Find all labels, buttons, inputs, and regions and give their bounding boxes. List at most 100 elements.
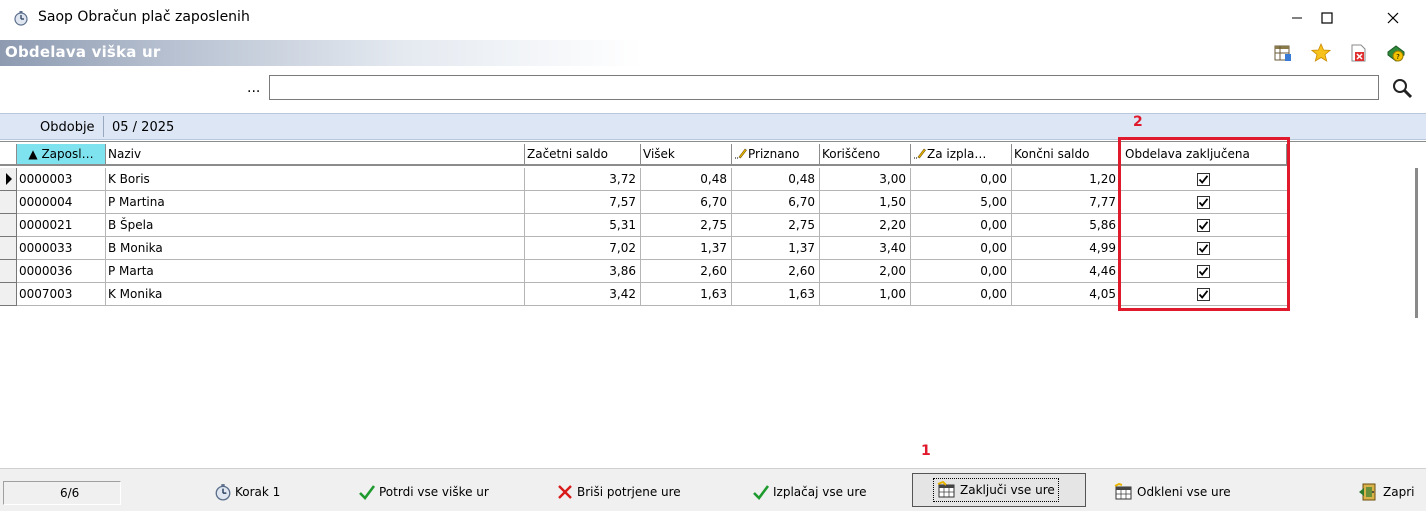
vertical-scrollbar[interactable] [1410, 168, 1424, 318]
cell-korisceno[interactable]: 3,00 [820, 168, 911, 191]
scrollbar-thumb[interactable] [1415, 168, 1418, 318]
cell-visek[interactable]: 6,70 [641, 191, 732, 214]
column-header-visek[interactable]: Višek [641, 144, 732, 166]
table-settings-icon[interactable] [1273, 43, 1293, 63]
cell-visek[interactable]: 2,60 [641, 260, 732, 283]
cell-priznano[interactable]: 2,75 [732, 214, 820, 237]
column-header-priznano[interactable]: Priznano [732, 144, 820, 166]
column-header-koncni-saldo[interactable]: Končni saldo [1012, 144, 1121, 166]
cell-za-izplacilo[interactable]: 0,00 [911, 168, 1012, 191]
cell-visek[interactable]: 1,37 [641, 237, 732, 260]
cell-korisceno[interactable]: 1,00 [820, 283, 911, 306]
row-indicator[interactable] [0, 168, 17, 191]
cell-priznano[interactable]: 6,70 [732, 191, 820, 214]
cell-zacetni-saldo[interactable]: 7,57 [525, 191, 641, 214]
zapri-button[interactable]: Zapri [1358, 478, 1414, 506]
cell-zaposleni[interactable]: 0000004 [17, 191, 106, 214]
cell-naziv[interactable]: K Monika [106, 283, 525, 306]
odkleni-vse-ure-label: Odkleni vse ure [1137, 485, 1231, 499]
cell-zaposleni[interactable]: 0000036 [17, 260, 106, 283]
cell-zaposleni[interactable]: 0000003 [17, 168, 106, 191]
close-module-icon[interactable] [1348, 43, 1368, 63]
brisi-potrjene-ure-label: Briši potrjene ure [577, 485, 681, 499]
table-row[interactable]: 0000021 B Špela 5,31 2,75 2,75 2,20 0,00 5,86 [0, 214, 1287, 237]
zapri-label: Zapri [1383, 485, 1415, 499]
brisi-potrjene-ure-button[interactable]: Briši potrjene ure [556, 478, 681, 506]
cell-priznano[interactable]: 2,60 [732, 260, 820, 283]
cell-za-izplacilo[interactable]: 0,00 [911, 260, 1012, 283]
cell-korisceno[interactable]: 2,20 [820, 214, 911, 237]
cell-zacetni-saldo[interactable]: 7,02 [525, 237, 641, 260]
search-options-button[interactable]: ... [247, 80, 260, 96]
cell-visek[interactable]: 1,63 [641, 283, 732, 306]
cell-koncni-saldo[interactable]: 4,05 [1012, 283, 1121, 306]
cell-visek[interactable]: 2,75 [641, 214, 732, 237]
current-row-arrow-icon [6, 173, 12, 185]
cell-priznano[interactable]: 0,48 [732, 168, 820, 191]
table-row[interactable]: 0000036 P Marta 3,86 2,60 2,60 2,00 0,00 4,46 [0, 260, 1287, 283]
cell-za-izplacilo[interactable]: 0,00 [911, 214, 1012, 237]
zakljuci-vse-ure-button[interactable]: Zaključi vse ure [912, 473, 1086, 507]
close-button[interactable] [1370, 4, 1416, 32]
cell-zaposleni[interactable]: 0000033 [17, 237, 106, 260]
cell-priznano[interactable]: 1,63 [732, 283, 820, 306]
table-row[interactable]: 0000004 P Martina 7,57 6,70 6,70 1,50 5,00 7,77 [0, 191, 1287, 214]
cell-za-izplacilo[interactable]: 5,00 [911, 191, 1012, 214]
column-header-zacetni-saldo[interactable]: Začetni saldo [525, 144, 641, 166]
table-row[interactable]: 0000003 K Boris 3,72 0,48 0,48 3,00 0,00 1,20 [0, 168, 1287, 191]
row-indicator[interactable] [0, 191, 17, 214]
cell-zaposleni[interactable]: 0007003 [17, 283, 106, 306]
cell-korisceno[interactable]: 2,00 [820, 260, 911, 283]
cell-koncni-saldo[interactable]: 4,46 [1012, 260, 1121, 283]
zakljuci-vse-ure-label: Zaključi vse ure [960, 483, 1055, 497]
column-header-zaposleni[interactable]: ▲ Zaposl… [17, 144, 106, 166]
cell-naziv[interactable]: K Boris [106, 168, 525, 191]
column-header-za-izplacilo[interactable]: Za izpla… [911, 144, 1012, 166]
cell-koncni-saldo[interactable]: 1,20 [1012, 168, 1121, 191]
column-header-naziv[interactable]: Naziv [106, 144, 525, 166]
cell-koncni-saldo[interactable]: 7,77 [1012, 191, 1121, 214]
app-window: Saop Obračun plač zaposlenih Obdelava vi… [0, 0, 1426, 511]
cell-priznano[interactable]: 1,37 [732, 237, 820, 260]
favorites-star-icon[interactable] [1311, 43, 1331, 63]
cell-koncni-saldo[interactable]: 5,86 [1012, 214, 1121, 237]
search-icon[interactable] [1391, 77, 1413, 99]
cell-zacetni-saldo[interactable]: 3,42 [525, 283, 641, 306]
cell-za-izplacilo[interactable]: 0,00 [911, 237, 1012, 260]
search-input[interactable] [269, 75, 1379, 100]
odkleni-vse-ure-button[interactable]: Odkleni vse ure [1114, 478, 1231, 506]
period-label: Obdobje [40, 120, 95, 135]
table-row[interactable]: 0007003 K Monika 3,42 1,63 1,63 1,00 0,00 4,05 [0, 283, 1287, 306]
cell-zacetni-saldo[interactable]: 3,86 [525, 260, 641, 283]
column-header-koriscen[interactable]: Koriščeno [820, 144, 911, 166]
korak-1-button[interactable]: Korak 1 [214, 478, 280, 506]
cell-naziv[interactable]: P Marta [106, 260, 525, 283]
izplacaj-vse-ure-button[interactable]: Izplačaj vse ure [752, 478, 866, 506]
cell-zacetni-saldo[interactable]: 5,31 [525, 214, 641, 237]
status-bar: 6/6 Korak 1 Potrdi vse viške ur Briši po… [0, 468, 1426, 511]
period-divider [103, 116, 104, 137]
table-row[interactable]: 0000033 B Monika 7,02 1,37 1,37 3,40 0,00 4,99 [0, 237, 1287, 260]
cell-naziv[interactable]: B Špela [106, 214, 525, 237]
row-indicator[interactable] [0, 260, 17, 283]
potrdi-vse-viske-ur-label: Potrdi vse viške ur [379, 485, 489, 499]
cell-zacetni-saldo[interactable]: 3,72 [525, 168, 641, 191]
row-indicator[interactable] [0, 283, 17, 306]
help-icon[interactable]: ? [1386, 43, 1406, 63]
row-indicator[interactable] [0, 237, 17, 260]
search-row: ... [0, 70, 1426, 106]
red-x-icon [558, 485, 572, 499]
potrdi-vse-viske-ur-button[interactable]: Potrdi vse viške ur [358, 478, 489, 506]
cell-korisceno[interactable]: 3,40 [820, 237, 911, 260]
cell-za-izplacilo[interactable]: 0,00 [911, 283, 1012, 306]
cell-korisceno[interactable]: 1,50 [820, 191, 911, 214]
pencil-icon [735, 148, 747, 159]
maximize-button[interactable] [1304, 4, 1350, 32]
row-indicator[interactable] [0, 214, 17, 237]
cell-visek[interactable]: 0,48 [641, 168, 732, 191]
cell-naziv[interactable]: B Monika [106, 237, 525, 260]
stopwatch-icon [14, 11, 28, 26]
cell-koncni-saldo[interactable]: 4,99 [1012, 237, 1121, 260]
cell-zaposleni[interactable]: 0000021 [17, 214, 106, 237]
cell-naziv[interactable]: P Martina [106, 191, 525, 214]
